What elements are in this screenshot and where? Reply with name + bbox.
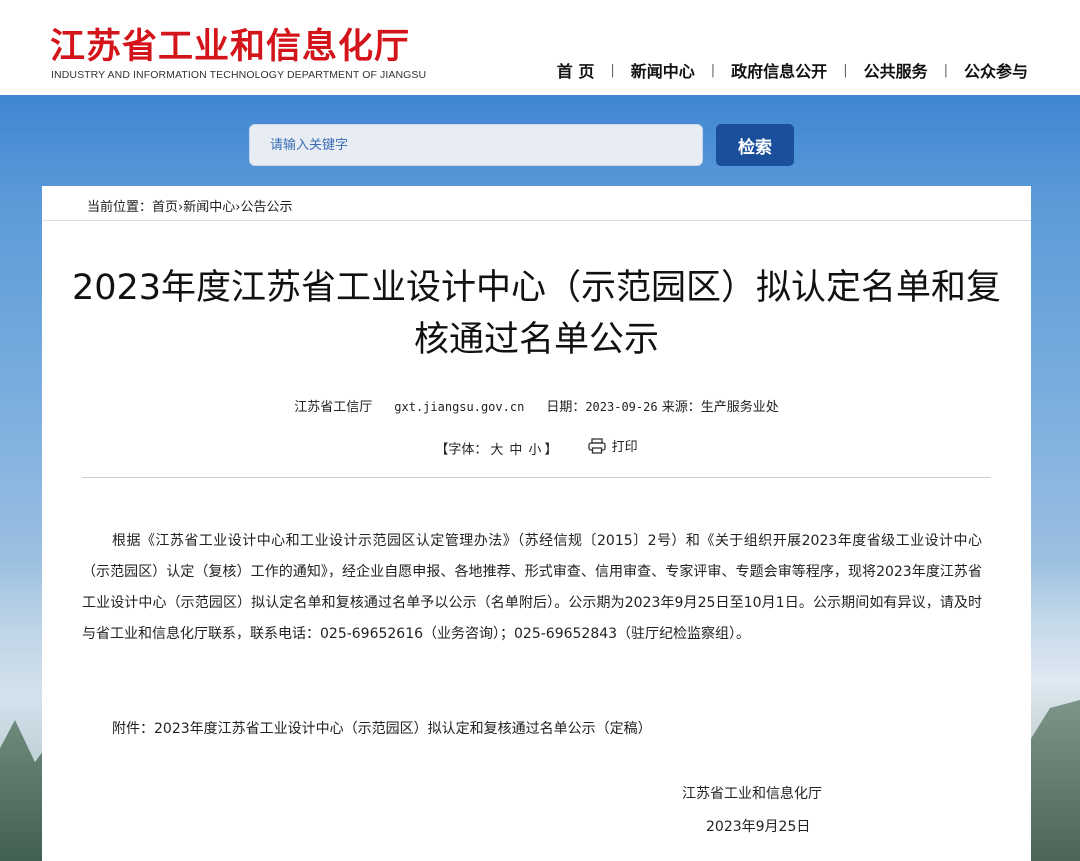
breadcrumb-news[interactable]: 新闻中心 [183, 200, 235, 215]
font-size-label: 【字体： [435, 442, 488, 458]
meta-publisher: 江苏省工信厅 [294, 400, 373, 415]
nav-item-gov-info[interactable]: 政府信息公开 [731, 58, 827, 82]
search-input[interactable] [268, 136, 702, 154]
article-panel: 当前位置：首页›新闻中心›公告公示 2023年度江苏省工业设计中心（示范园区）拟… [42, 186, 1031, 861]
meta-source: 生产服务业处 [700, 400, 779, 415]
header-divider [82, 477, 991, 478]
site-logo-subtitle: INDUSTRY AND INFORMATION TECHNOLOGY DEPA… [51, 69, 427, 81]
site-logo-title[interactable]: 江苏省工业和信息化厅 [50, 18, 410, 69]
nav-separator: | [610, 62, 615, 78]
meta-source-label: 来源： [661, 400, 701, 415]
breadcrumb-divider [42, 220, 1031, 221]
meta-site: gxt.jiangsu.gov.cn [394, 400, 525, 414]
font-size-label-close: 】 [544, 442, 558, 458]
nav-separator: | [710, 62, 716, 78]
nav-item-home[interactable]: 首 页 [557, 58, 595, 82]
signature-organization: 江苏省工业和信息化厅 [682, 786, 822, 802]
breadcrumb-home[interactable]: 首页 [152, 200, 178, 215]
nav-item-news[interactable]: 新闻中心 [631, 58, 695, 82]
font-size-medium[interactable]: 中 [509, 443, 522, 458]
nav-item-public-service[interactable]: 公共服务 [864, 58, 928, 82]
breadcrumb-notices[interactable]: 公告公示 [240, 200, 292, 215]
breadcrumb: 当前位置：首页›新闻中心›公告公示 [87, 196, 292, 215]
meta-date-label: 日期： [546, 400, 586, 415]
search-field[interactable] [249, 124, 703, 166]
nav-separator: | [843, 62, 848, 78]
nav-separator: | [943, 62, 948, 78]
font-size-small[interactable]: 小 [528, 443, 541, 458]
article-body: 根据《江苏省工业设计中心和工业设计示范园区认定管理办法》（苏经信规〔2015〕2… [82, 533, 982, 642]
nav-item-participation[interactable]: 公众参与 [964, 58, 1028, 82]
signature-date: 2023年9月25日 [706, 819, 811, 835]
font-size-large[interactable]: 大 [490, 443, 503, 458]
article-meta: 江苏省工信厅 gxt.jiangsu.gov.cn 日期：2023-09-26 来源… [42, 396, 1031, 415]
print-label: 打印 [611, 440, 638, 455]
breadcrumb-prefix: 当前位置： [87, 200, 153, 215]
printer-icon [587, 437, 606, 454]
attachment-link[interactable]: 附件：2023年度江苏省工业设计中心（示范园区）拟认定和复核通过名单公示（定稿） [112, 718, 652, 738]
main-nav: 首 页 | 新闻中心 | 政府信息公开 | 公共服务 | 公众参与 [557, 58, 1028, 82]
search-button[interactable]: 检索 [716, 124, 794, 166]
font-size-controls: 【字体：大中小】 打印 [42, 436, 1031, 458]
print-button[interactable]: 打印 [587, 436, 638, 455]
site-header: 江苏省工业和信息化厅 INDUSTRY AND INFORMATION TECH… [0, 0, 1080, 95]
meta-date: 2023-09-26 [585, 400, 658, 414]
article-title: 2023年度江苏省工业设计中心（示范园区）拟认定名单和复核通过名单公示 [71, 268, 1002, 360]
